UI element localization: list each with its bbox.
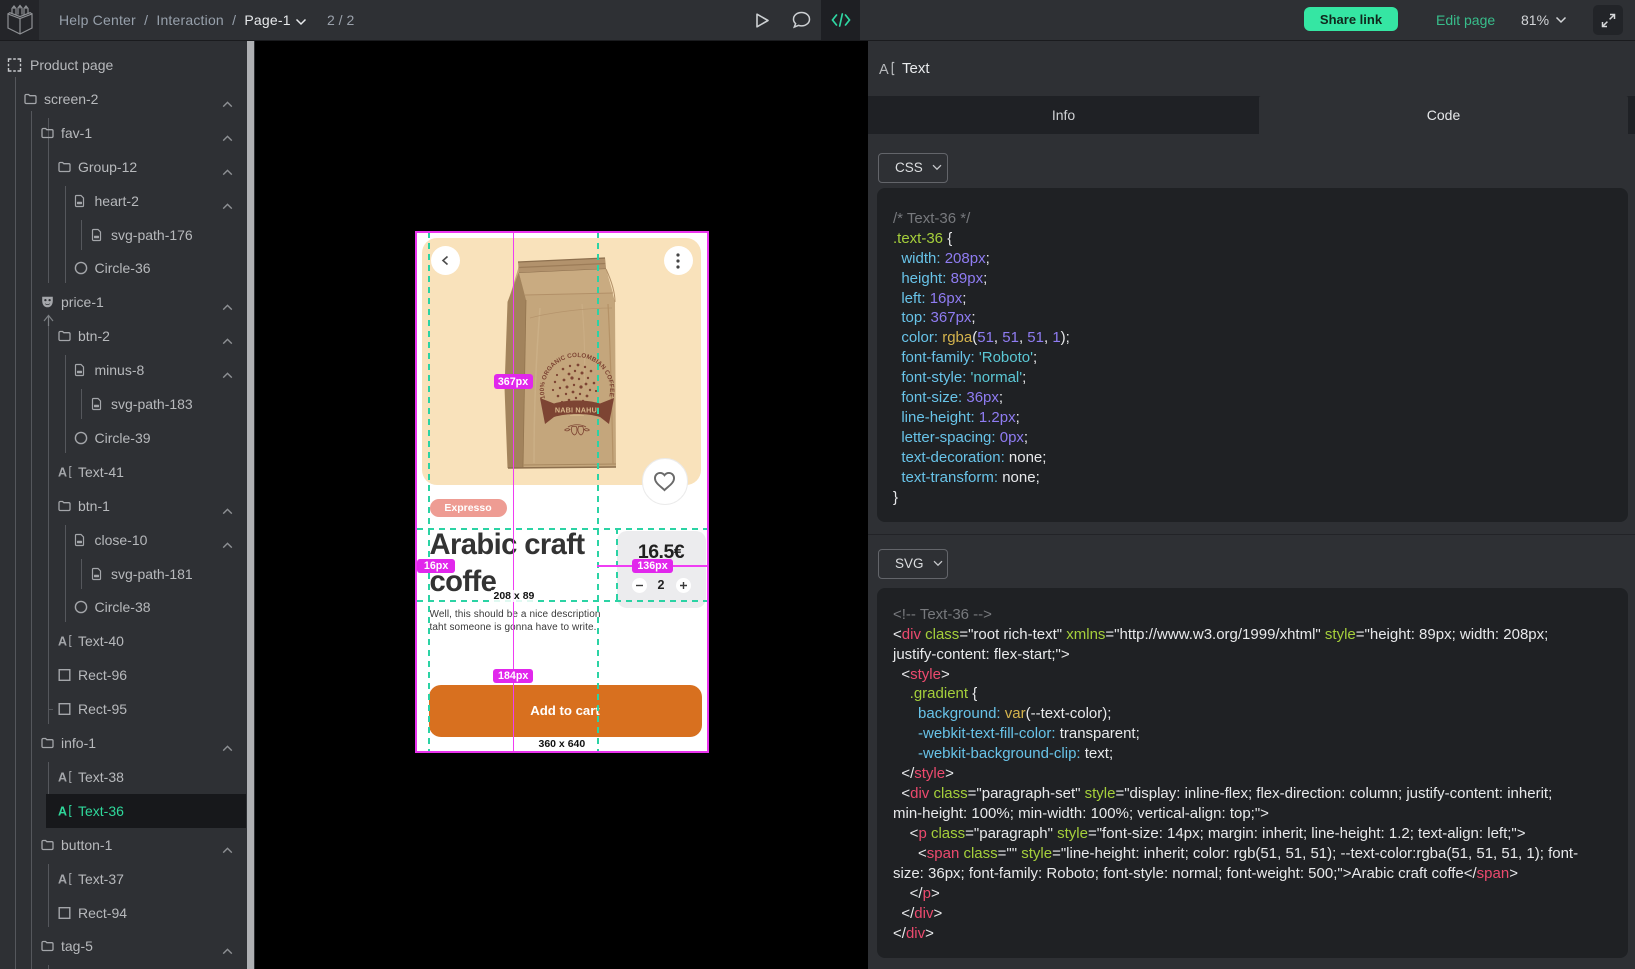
svg-text:A: A (58, 804, 67, 817)
svg-text:A: A (58, 872, 67, 885)
svg-text:A: A (58, 635, 67, 648)
svg-text:A: A (879, 62, 889, 76)
svg-text:A: A (58, 465, 67, 478)
svg-text:A: A (58, 770, 67, 783)
